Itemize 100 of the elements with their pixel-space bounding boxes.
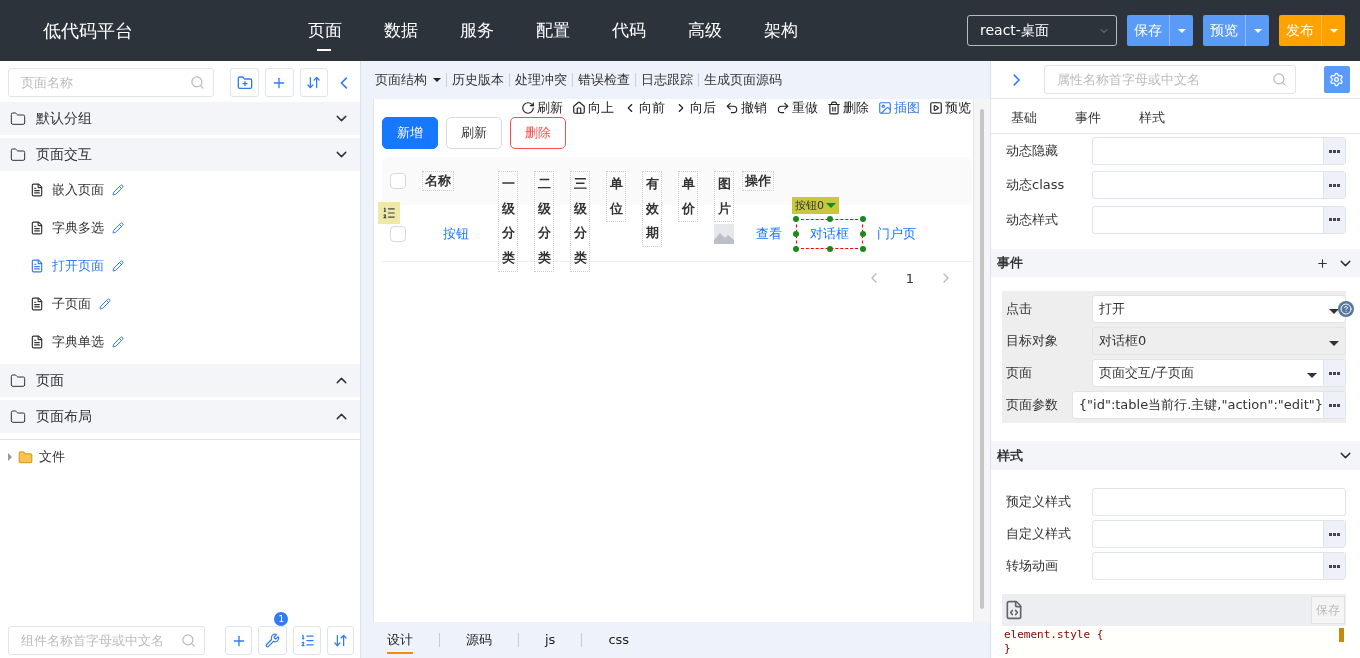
page-item[interactable]: 子页面 (0, 285, 360, 323)
editor-tab[interactable]: js (545, 628, 556, 652)
settings-button[interactable] (1323, 66, 1350, 94)
group-header[interactable]: 默认分组 (0, 102, 360, 135)
pencil-icon (112, 260, 124, 272)
help-icon[interactable] (1338, 301, 1354, 318)
input-field[interactable] (1092, 552, 1346, 580)
page-item[interactable]: 打开页面 (0, 247, 360, 285)
toolbar-action[interactable]: 重做 (776, 99, 818, 117)
folder-icon (10, 408, 26, 425)
nav-tab[interactable]: 页面 (308, 11, 384, 50)
pencil-icon (99, 298, 111, 310)
folder-icon (18, 449, 33, 465)
more-button[interactable] (1323, 138, 1345, 165)
toolbar-action[interactable]: 刷新 (521, 99, 563, 117)
toolbar-action[interactable]: 插图 (878, 99, 920, 117)
code-editor[interactable]: element.style { } (1002, 626, 1346, 658)
more-icon (1329, 403, 1340, 407)
folder-icon (10, 146, 26, 163)
caret-icon (826, 202, 836, 208)
operation-link[interactable]: 门户页 (863, 218, 930, 249)
group-header[interactable]: 页面交互 (0, 138, 360, 171)
property-tab[interactable]: 事件 (1075, 109, 1139, 133)
menu-item[interactable]: 错误检查 (572, 73, 635, 87)
css-file-icon (1004, 600, 1024, 620)
menu-item[interactable]: 处理冲突 (509, 73, 572, 87)
sort-icon (332, 633, 348, 648)
section-header[interactable]: 样式 (991, 441, 1360, 470)
table-link[interactable]: 按钮 (443, 224, 469, 243)
tree-item[interactable]: 文件 (0, 446, 360, 468)
nav-tab[interactable]: 配置 (536, 11, 612, 50)
editor-tab[interactable]: css (608, 628, 630, 652)
input-field[interactable] (1092, 171, 1346, 200)
caret-icon (1329, 340, 1339, 346)
framework-select[interactable]: react-桌面 (967, 15, 1117, 46)
action-button[interactable]: 新增 (382, 117, 438, 149)
toolbar-action[interactable]: 删除 (827, 99, 869, 117)
toolbar-action[interactable]: 撤销 (725, 99, 767, 117)
select-field[interactable]: 打开 (1092, 295, 1346, 324)
property-tab[interactable]: 样式 (1139, 109, 1203, 133)
input-field[interactable] (1092, 520, 1346, 548)
tools-button[interactable] (258, 626, 288, 655)
input-field[interactable]: {"id":table当前行.主键,"action":"edit"} (1071, 391, 1346, 420)
order-button[interactable] (293, 626, 321, 655)
nav-tab[interactable]: 服务 (460, 11, 536, 50)
group-header[interactable]: 页面布局 (0, 400, 360, 433)
page-number[interactable]: 1 (905, 270, 914, 286)
checkbox[interactable] (390, 173, 406, 189)
operation-link[interactable]: 查看 (742, 218, 796, 249)
more-button[interactable] (1323, 206, 1345, 233)
column-header: 图片 (714, 171, 734, 223)
list-icon (382, 206, 396, 220)
checkbox[interactable] (390, 225, 406, 242)
add-button[interactable] (265, 68, 294, 97)
redo-icon (776, 101, 790, 115)
section-title: 样式 (997, 446, 1024, 465)
operation-link[interactable]: 对话框 (796, 218, 863, 249)
toolbar-action[interactable]: 向后 (674, 99, 716, 117)
select-field[interactable]: 页面交互/子页面 (1092, 359, 1346, 388)
sort-button[interactable] (326, 626, 354, 655)
page-item[interactable]: 字典多选 (0, 209, 360, 247)
document-icon (30, 335, 44, 349)
menu-item[interactable]: 日志跟踪 (635, 73, 698, 87)
more-icon (1329, 183, 1340, 187)
menu-item[interactable]: 历史版本 (446, 73, 509, 87)
app-logo: 低代码平台 (43, 18, 134, 43)
more-button[interactable] (1323, 360, 1345, 387)
nav-tab[interactable]: 高级 (688, 11, 764, 50)
more-button[interactable] (1323, 392, 1345, 419)
toolbar-action[interactable]: 向前 (623, 99, 665, 117)
list-icon (299, 633, 315, 648)
action-button[interactable]: 刷新 (446, 117, 502, 149)
section-title: 事件 (997, 254, 1024, 273)
add-folder-button[interactable] (230, 68, 260, 97)
toolbar-action[interactable]: 向上 (572, 99, 614, 117)
nav-tab[interactable]: 代码 (612, 11, 688, 50)
nav-tab[interactable]: 数据 (384, 11, 460, 50)
section-header[interactable]: 事件 (991, 248, 1360, 278)
sort-button[interactable] (299, 68, 329, 97)
nav-tab[interactable]: 架构 (764, 11, 840, 50)
editor-tab[interactable]: 设计 (387, 626, 413, 654)
column-header: 二级分类 (534, 171, 554, 272)
more-button[interactable] (1323, 172, 1345, 199)
field-label: 目标对象 (1006, 332, 1059, 351)
group-header[interactable]: 页面 (0, 364, 360, 397)
input-field[interactable] (1092, 137, 1346, 166)
property-tab[interactable]: 基础 (1011, 109, 1075, 133)
editor-tab[interactable]: 源码 (466, 626, 492, 654)
page-item[interactable]: 字典单选 (0, 323, 360, 361)
toolbar-action[interactable]: 预览 (929, 99, 971, 117)
column-header: 单价 (678, 171, 698, 223)
menu-item[interactable]: 生成页面源码 (698, 73, 787, 87)
more-button[interactable] (1323, 553, 1345, 579)
more-button[interactable] (1323, 521, 1345, 547)
add-button[interactable] (225, 626, 253, 655)
page-item[interactable]: 嵌入页面 (0, 171, 360, 209)
input-field[interactable] (1092, 205, 1346, 234)
menu-item[interactable]: 页面结构 (375, 73, 446, 87)
input-field[interactable] (1092, 488, 1346, 516)
row-handle[interactable] (378, 202, 400, 224)
